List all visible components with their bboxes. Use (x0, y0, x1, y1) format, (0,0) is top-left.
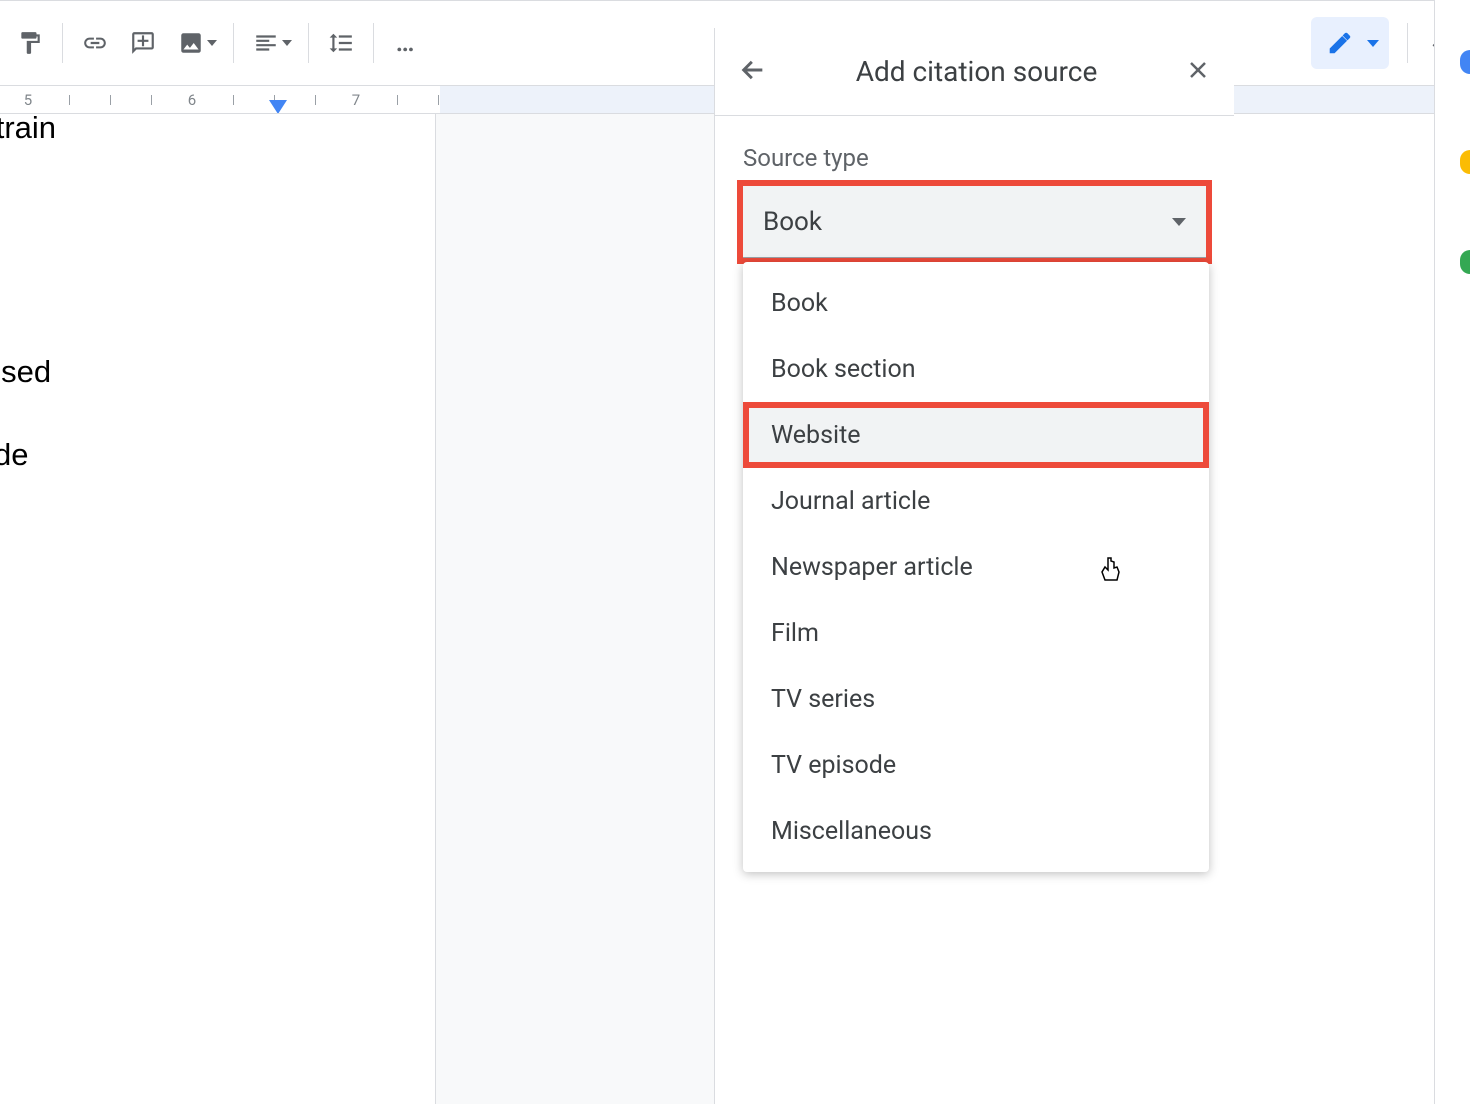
chevron-down-icon (207, 40, 217, 46)
option-tv-episode[interactable]: TV episode (743, 732, 1209, 798)
separator (308, 23, 309, 63)
separator (233, 23, 234, 63)
editing-mode-button[interactable] (1311, 17, 1389, 69)
source-type-select[interactable]: Book (743, 186, 1206, 258)
option-film[interactable]: Film (743, 600, 1209, 666)
ruler-mark: 7 (352, 91, 360, 109)
more-icon: … (396, 30, 417, 56)
ruler-tick (233, 95, 234, 105)
source-type-value: Book (763, 207, 822, 237)
tasks-addon-icon[interactable] (1460, 250, 1470, 274)
right-indent-marker[interactable] (269, 100, 287, 114)
ruler-tick (315, 95, 316, 105)
option-newspaper-article[interactable]: Newspaper article (743, 534, 1209, 600)
back-button[interactable] (739, 56, 767, 88)
pencil-icon (1327, 30, 1353, 56)
page: Also, you can train me from here. platfo… (0, 114, 436, 1104)
ruler-tick (110, 95, 111, 105)
separator (373, 23, 374, 63)
option-website[interactable]: Website (743, 402, 1209, 468)
option-journal-article[interactable]: Journal article (743, 468, 1209, 534)
option-book[interactable]: Book (743, 270, 1209, 336)
panel-title: Add citation source (787, 55, 1166, 88)
document-text[interactable]: Also, you can train me from here. platfo… (0, 114, 335, 476)
insert-image-button[interactable] (169, 21, 223, 65)
ruler-tick (69, 95, 70, 105)
line-spacing-icon[interactable] (319, 21, 363, 65)
option-miscellaneous[interactable]: Miscellaneous (743, 798, 1209, 864)
citation-side-panel: Add citation source Source type Book Boo… (714, 28, 1234, 1104)
document-area[interactable]: Also, you can train me from here. platfo… (0, 114, 714, 1104)
panel-body: Source type Book Book Book section Websi… (715, 116, 1234, 286)
source-type-dropdown: Book Book section Website Journal articl… (743, 262, 1209, 872)
add-comment-icon[interactable] (121, 21, 165, 65)
option-tv-series[interactable]: TV series (743, 666, 1209, 732)
arrow-left-icon (739, 56, 767, 84)
ruler-tick (151, 95, 152, 105)
align-button[interactable] (244, 21, 298, 65)
close-icon (1186, 58, 1210, 82)
link-icon[interactable] (73, 21, 117, 65)
ruler-mark: 5 (24, 91, 32, 109)
chevron-down-icon (1367, 40, 1379, 47)
paint-format-icon[interactable] (8, 21, 52, 65)
panel-header: Add citation source (715, 28, 1234, 116)
source-type-label: Source type (743, 144, 1206, 172)
close-button[interactable] (1186, 58, 1210, 86)
chevron-down-icon (282, 40, 292, 46)
chevron-down-icon (1172, 218, 1186, 226)
separator (62, 23, 63, 63)
separator (1407, 23, 1408, 63)
ruler-mark: 6 (188, 91, 196, 109)
keep-addon-icon[interactable] (1460, 150, 1470, 174)
option-book-section[interactable]: Book section (743, 336, 1209, 402)
ruler-tick (438, 95, 439, 105)
right-side-bar (1434, 0, 1470, 1104)
more-button[interactable]: … (384, 21, 428, 65)
calendar-addon-icon[interactable] (1460, 50, 1470, 74)
ruler-tick (397, 95, 398, 105)
